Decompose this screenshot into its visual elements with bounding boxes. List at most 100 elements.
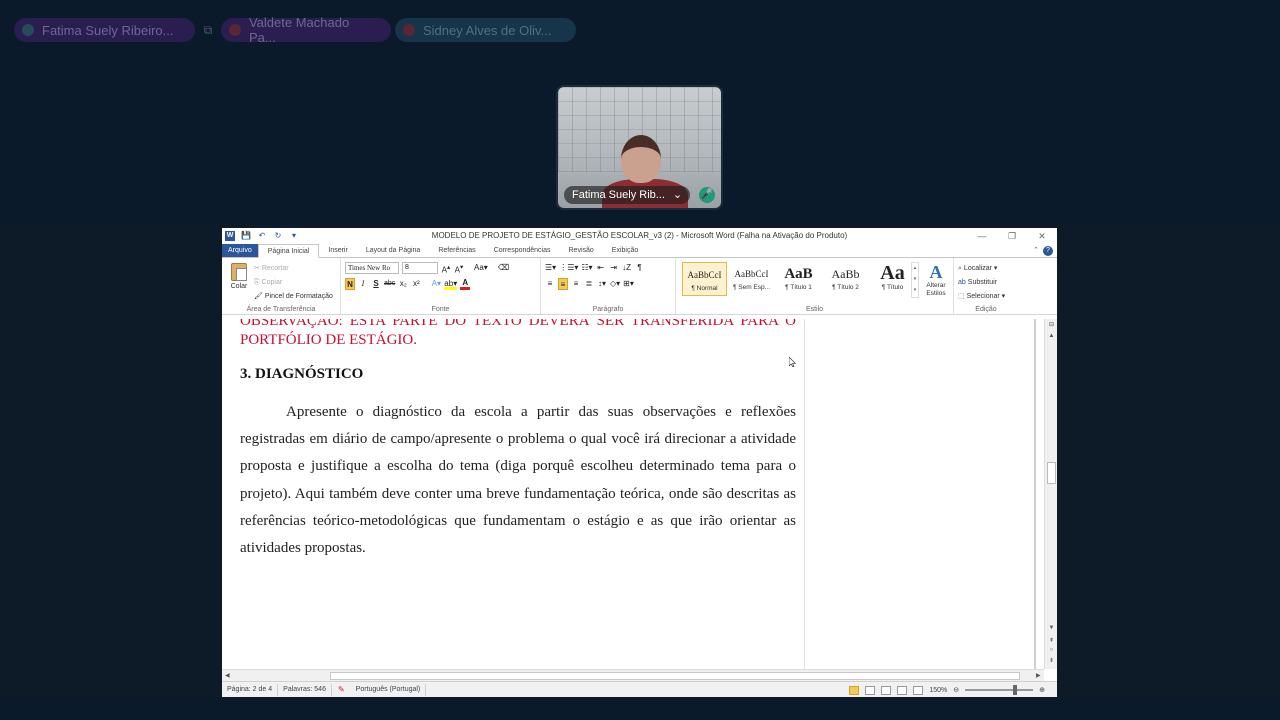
page-indicator[interactable]: Página: 2 de 4 xyxy=(222,683,279,696)
bold-icon[interactable]: N xyxy=(345,278,355,290)
multilevel-list-icon[interactable]: ☷▾ xyxy=(581,262,592,274)
proofing-icon[interactable]: ✎ xyxy=(332,685,351,694)
participant-chip[interactable]: Valdete Machado Pa... xyxy=(221,15,391,45)
document-page[interactable]: OBSERVAÇÃO: ESTA PARTE DO TEXTO DEVERÁ S… xyxy=(224,319,804,669)
participant-video-tile[interactable]: Fatima Suely Rib... ⌄ 🎤 xyxy=(556,85,723,210)
zoom-level[interactable]: 150% xyxy=(929,687,947,694)
borders-icon[interactable]: ⊞▾ xyxy=(623,278,634,290)
help-icon[interactable]: ? xyxy=(1043,246,1053,256)
browse-object-icon[interactable]: ○ xyxy=(1045,647,1057,653)
editing-group: ⌕ Localizar ▾ ab Substituir ⬚ Selecionar ▾ … xyxy=(954,258,1018,314)
participant-chip[interactable]: Fatima Suely Ribeiro... xyxy=(14,18,195,42)
find-button[interactable]: ⌕ Localizar ▾ xyxy=(958,262,1005,276)
minimize-ribbon-icon[interactable]: ⌃ xyxy=(1033,246,1039,256)
zoom-slider[interactable] xyxy=(965,685,1034,695)
vertical-scroll-thumb[interactable] xyxy=(1047,462,1056,484)
style-titulo-1[interactable]: AaB ¶ Título 1 xyxy=(776,262,821,296)
horizontal-scrollbar[interactable]: ◀ ▶ xyxy=(222,669,1044,681)
group-label-paragraph: Parágrafo xyxy=(592,306,624,313)
chevron-down-icon[interactable]: ⌄ xyxy=(673,186,682,204)
draft-view-icon[interactable] xyxy=(913,685,924,695)
style-titulo[interactable]: Aa ¶ Título xyxy=(870,262,915,296)
save-icon[interactable]: 💾 xyxy=(241,231,251,241)
font-name-select[interactable]: Times New Ro xyxy=(345,262,399,274)
subscript-icon[interactable]: x₂ xyxy=(398,278,408,290)
web-layout-view-icon[interactable] xyxy=(881,685,892,695)
zoom-in-icon[interactable]: ⊕ xyxy=(1039,686,1045,694)
redo-icon[interactable]: ↻ xyxy=(273,231,283,241)
paragraph-group: ☰▾ ⋮☰▾ ☷▾ ⇤ ⇥ ↓Z ¶ ≡ ≡ ≡ ≣ ↕▾ ◇▾ ⊞▾ Pará… xyxy=(541,258,676,314)
italic-icon[interactable]: I xyxy=(358,278,368,290)
style-gallery-scroll[interactable]: ▴ ▾ ▾ xyxy=(911,262,919,298)
scroll-down-icon[interactable]: ▼ xyxy=(1045,625,1057,631)
tab-revisao[interactable]: Revisão xyxy=(560,244,603,257)
grow-font-icon[interactable]: A▴ xyxy=(441,262,451,275)
body-paragraph: Apresente o diagnóstico da escola a part… xyxy=(240,404,796,557)
tab-correspondencias[interactable]: Correspondências xyxy=(485,244,560,257)
tab-inserir[interactable]: Inserir xyxy=(319,244,356,257)
underline-icon[interactable]: S xyxy=(371,278,381,290)
align-right-icon[interactable]: ≡ xyxy=(571,278,581,290)
scroll-up-icon[interactable]: ▲ xyxy=(1045,333,1057,339)
word-count[interactable]: Palavras: 546 xyxy=(278,683,332,696)
text-effects-icon[interactable]: A▾ xyxy=(431,278,441,290)
previous-page-icon[interactable]: ⇞ xyxy=(1045,637,1057,644)
print-layout-view-icon[interactable] xyxy=(849,685,860,695)
view-and-zoom: 150% ⊖ ⊕ xyxy=(849,682,1045,697)
undo-icon[interactable]: ↶ xyxy=(257,231,267,241)
line-spacing-icon[interactable]: ↕▾ xyxy=(597,278,607,290)
align-center-icon[interactable]: ≡ xyxy=(558,278,568,290)
paste-button[interactable]: Colar xyxy=(226,263,252,290)
shrink-font-icon[interactable]: A▾ xyxy=(454,262,464,275)
style-titulo-2[interactable]: AaBb ¶ Título 2 xyxy=(823,262,868,296)
bullets-icon[interactable]: ☰▾ xyxy=(545,262,556,274)
participant-chip[interactable]: Sidney Alves de Oliv... xyxy=(395,18,576,42)
meeting-top-bar: Fatima Suely Ribeiro... ⧉ Valdete Machad… xyxy=(0,0,1280,222)
change-case-icon[interactable]: Aa▾ xyxy=(474,262,488,274)
group-label-editing: Edição xyxy=(975,306,997,313)
format-painter-button[interactable]: 🖌 Pincel de Formatação xyxy=(254,290,333,304)
zoom-slider-knob[interactable] xyxy=(1013,685,1018,695)
close-icon[interactable]: ✕ xyxy=(1027,228,1057,244)
increase-indent-icon[interactable]: ⇥ xyxy=(609,262,619,274)
tab-referencias[interactable]: Referências xyxy=(429,244,484,257)
language-indicator[interactable]: Português (Portugal) xyxy=(351,683,427,696)
vertical-scrollbar[interactable]: ⊟ ▲ ▼ ⇞ ○ ⇟ xyxy=(1044,319,1057,669)
ribbon: Colar ✂ Recortar ⎘ Copiar 🖌 Pincel de Fo… xyxy=(222,258,1057,315)
outline-view-icon[interactable] xyxy=(897,685,908,695)
clear-formatting-icon[interactable]: ⌫ xyxy=(498,262,509,274)
next-page-icon[interactable]: ⇟ xyxy=(1045,657,1057,664)
change-styles-button[interactable]: A Alterar Estilos xyxy=(923,262,949,298)
tab-layout-da-pagina[interactable]: Layout da Página xyxy=(357,244,430,257)
sort-icon[interactable]: ↓Z xyxy=(622,262,632,274)
replace-button[interactable]: ab Substituir xyxy=(958,276,1005,290)
restore-icon[interactable]: ❐ xyxy=(997,228,1027,244)
window-title: MODELO DE PROJETO DE ESTÁGIO_GESTÃO ESCO… xyxy=(431,231,848,240)
tab-pagina-inicial[interactable]: Página Inicial xyxy=(257,244,320,258)
tab-arquivo[interactable]: Arquivo xyxy=(222,244,258,257)
justify-icon[interactable]: ≣ xyxy=(584,278,594,290)
font-size-select[interactable]: 8 xyxy=(402,262,438,274)
participant-strip: Fatima Suely Ribeiro... ⧉ Valdete Machad… xyxy=(14,15,576,45)
customize-qat-icon[interactable]: ▾ xyxy=(289,231,299,241)
copy-button[interactable]: ⎘ Copiar xyxy=(254,276,333,290)
style-normal[interactable]: AaBbCcI ¶ Normal xyxy=(682,262,727,296)
superscript-icon[interactable]: x² xyxy=(411,278,421,290)
ruler-toggle-icon[interactable]: ⊟ xyxy=(1045,321,1057,328)
highlight-icon[interactable]: ab▾ xyxy=(444,278,458,290)
shading-icon[interactable]: ◇▾ xyxy=(610,278,620,290)
decrease-indent-icon[interactable]: ⇤ xyxy=(596,262,606,274)
full-screen-view-icon[interactable] xyxy=(865,685,876,695)
horizontal-scroll-thumb[interactable] xyxy=(330,672,1020,680)
font-color-icon[interactable]: A xyxy=(460,278,471,290)
style-sem-espacamento[interactable]: AaBbCcI ¶ Sem Esp... xyxy=(729,262,774,296)
minimize-icon[interactable]: — xyxy=(967,228,997,244)
show-marks-icon[interactable]: ¶ xyxy=(635,262,645,274)
align-left-icon[interactable]: ≡ xyxy=(545,278,555,290)
tab-exibicao[interactable]: Exibição xyxy=(603,244,647,257)
numbering-icon[interactable]: ⋮☰▾ xyxy=(559,262,578,274)
strikethrough-icon[interactable]: abc xyxy=(384,278,395,290)
select-button[interactable]: ⬚ Selecionar ▾ xyxy=(958,290,1005,304)
cut-button[interactable]: ✂ Recortar xyxy=(254,262,333,276)
zoom-out-icon[interactable]: ⊖ xyxy=(953,686,959,694)
